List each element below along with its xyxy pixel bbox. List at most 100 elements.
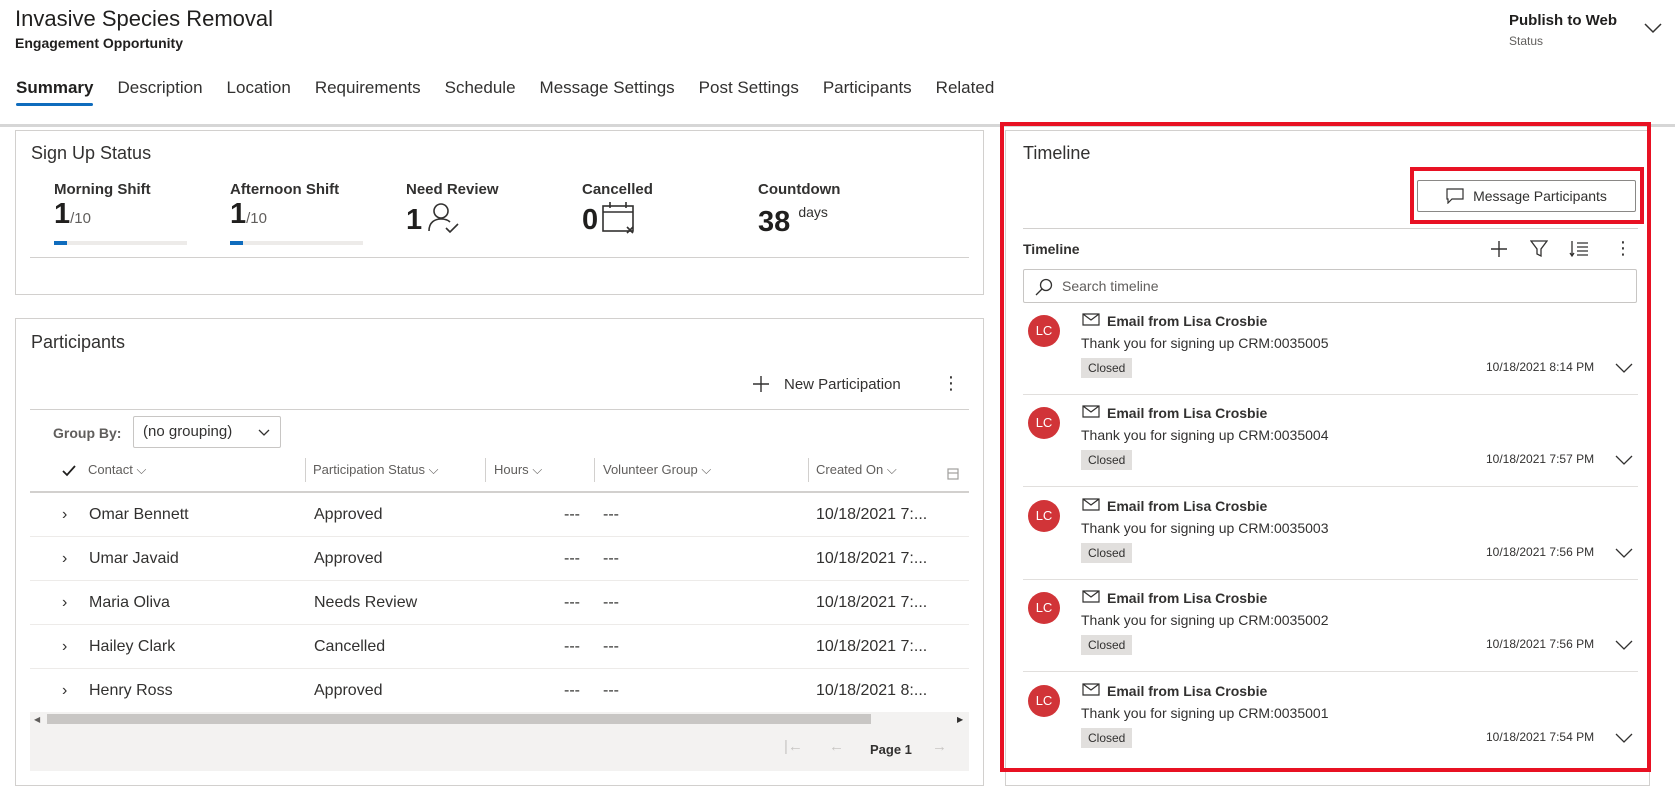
select-all-checkmark-icon[interactable]	[62, 465, 76, 477]
morning-shift-label: Morning Shift	[54, 181, 151, 198]
cancelled-label: Cancelled	[582, 181, 653, 198]
cancelled-count: 0	[582, 204, 599, 236]
cell-status: Approved	[314, 550, 383, 567]
column-hours-label: Hours	[494, 462, 529, 477]
page-number: Page 1	[870, 742, 912, 757]
tab-related[interactable]: Related	[936, 78, 995, 106]
cell-status: Needs Review	[314, 594, 418, 611]
scrollbar-thumb[interactable]	[47, 714, 871, 724]
countdown-days: 38	[758, 206, 791, 238]
cell-contact[interactable]: Hailey Clark	[89, 638, 175, 656]
user-check-icon	[428, 202, 459, 233]
afternoon-shift-value: 1/10	[230, 198, 339, 231]
column-contact[interactable]: Contact ⌵	[88, 462, 146, 478]
afternoon-shift-progress	[230, 241, 363, 245]
group-by-select[interactable]: (no grouping)	[133, 416, 281, 448]
afternoon-shift-progress-fill	[230, 241, 244, 245]
scroll-left-arrow-icon[interactable]: ◀	[34, 715, 40, 724]
participants-command-divider	[30, 409, 969, 410]
morning-shift-count: 1	[54, 198, 71, 230]
expand-row-chevron-icon[interactable]: ›	[62, 550, 67, 568]
entity-name: Engagement Opportunity	[15, 35, 183, 51]
table-row[interactable]: › Henry Ross Approved --- --- 10/18/2021…	[30, 669, 969, 713]
group-by-value: (no grouping)	[143, 423, 233, 440]
need-review-label: Need Review	[406, 181, 499, 198]
status-label: Status	[1509, 34, 1544, 48]
countdown-label: Countdown	[758, 181, 841, 198]
table-row[interactable]: › Maria Oliva Needs Review --- --- 10/18…	[30, 581, 969, 625]
more-commands-icon[interactable]: ⋮	[942, 374, 960, 392]
cell-hours: ---	[564, 682, 580, 699]
expand-row-chevron-icon[interactable]: ›	[62, 594, 67, 612]
morning-shift-progress	[54, 241, 187, 245]
chevron-down-icon: ⌵	[701, 462, 712, 477]
cell-contact[interactable]: Henry Ross	[89, 682, 173, 700]
message-button-highlight-box	[1410, 167, 1644, 224]
cell-hours: ---	[564, 638, 580, 655]
horizontal-scrollbar[interactable]: ◀ ▶ |← ← Page 1 →	[30, 712, 969, 771]
column-participation-status[interactable]: Participation Status ⌵	[313, 462, 439, 478]
expand-row-chevron-icon[interactable]: ›	[62, 682, 67, 700]
expand-row-chevron-icon[interactable]: ›	[62, 638, 67, 656]
cell-contact[interactable]: Omar Bennett	[89, 506, 189, 524]
need-review-value: 1	[406, 198, 499, 237]
need-review-stat: Need Review 1	[406, 181, 499, 237]
column-created-on[interactable]: Created On ⌵	[816, 462, 897, 478]
next-page-icon[interactable]: →	[932, 738, 947, 755]
tab-description[interactable]: Description	[117, 78, 202, 106]
expand-row-chevron-icon[interactable]: ›	[62, 506, 67, 524]
column-volunteer-group[interactable]: Volunteer Group ⌵	[603, 462, 711, 478]
cell-group: ---	[603, 550, 619, 567]
cell-hours: ---	[564, 506, 580, 523]
table-row[interactable]: › Omar Bennett Approved --- --- 10/18/20…	[30, 493, 969, 537]
column-separator	[808, 458, 809, 482]
signup-status-title: Sign Up Status	[31, 143, 152, 163]
cell-created: 10/18/2021 7:...	[816, 638, 928, 655]
expand-header-chevron-icon[interactable]	[1644, 22, 1662, 34]
scroll-right-arrow-icon[interactable]: ▶	[957, 715, 963, 724]
tab-summary[interactable]: Summary	[16, 78, 94, 106]
plus-icon	[753, 376, 769, 392]
new-participation-button[interactable]: New Participation	[752, 375, 901, 393]
cell-status: Approved	[314, 682, 383, 699]
column-volunteer-group-label: Volunteer Group	[603, 462, 698, 477]
cell-contact[interactable]: Umar Javaid	[89, 550, 179, 568]
morning-shift-total: /10	[70, 210, 91, 227]
cell-hours: ---	[564, 550, 580, 567]
cell-created: 10/18/2021 7:...	[816, 506, 928, 523]
column-status-label: Participation Status	[313, 462, 426, 477]
table-row[interactable]: › Umar Javaid Approved --- --- 10/18/202…	[30, 537, 969, 581]
tab-schedule[interactable]: Schedule	[445, 78, 516, 106]
status-field[interactable]: Publish to Web Status	[1509, 12, 1617, 48]
tab-participants[interactable]: Participants	[823, 78, 912, 106]
tab-requirements[interactable]: Requirements	[315, 78, 421, 106]
record-title: Invasive Species Removal	[15, 6, 274, 31]
tab-location[interactable]: Location	[227, 78, 291, 106]
calendar-cancel-icon	[602, 201, 634, 234]
cell-group: ---	[603, 594, 619, 611]
cancelled-stat: Cancelled 0	[582, 181, 653, 237]
cell-created: 10/18/2021 7:...	[816, 594, 928, 611]
cell-contact[interactable]: Maria Oliva	[89, 594, 170, 612]
chevron-down-icon: ⌵	[136, 462, 147, 477]
chevron-down-icon: ⌵	[886, 462, 897, 477]
first-page-icon[interactable]: |←	[784, 738, 803, 755]
countdown-unit: days	[798, 204, 828, 220]
cell-group: ---	[603, 682, 619, 699]
save-layout-icon[interactable]	[947, 468, 959, 480]
column-hours[interactable]: Hours ⌵	[494, 462, 542, 478]
morning-shift-value: 1/10	[54, 198, 151, 231]
tab-message-settings[interactable]: Message Settings	[540, 78, 675, 106]
signup-divider	[30, 257, 969, 258]
column-separator	[485, 458, 486, 482]
status-value: Publish to Web	[1509, 12, 1618, 29]
countdown-stat: Countdown 38 days	[758, 181, 840, 239]
afternoon-shift-count: 1	[230, 198, 247, 230]
table-row[interactable]: › Hailey Clark Cancelled --- --- 10/18/2…	[30, 625, 969, 669]
cell-hours: ---	[564, 594, 580, 611]
tab-post-settings[interactable]: Post Settings	[699, 78, 799, 106]
chevron-down-icon: ⌵	[532, 462, 543, 477]
chevron-down-icon	[258, 429, 270, 436]
cell-status: Cancelled	[314, 638, 386, 655]
previous-page-icon[interactable]: ←	[829, 738, 844, 755]
